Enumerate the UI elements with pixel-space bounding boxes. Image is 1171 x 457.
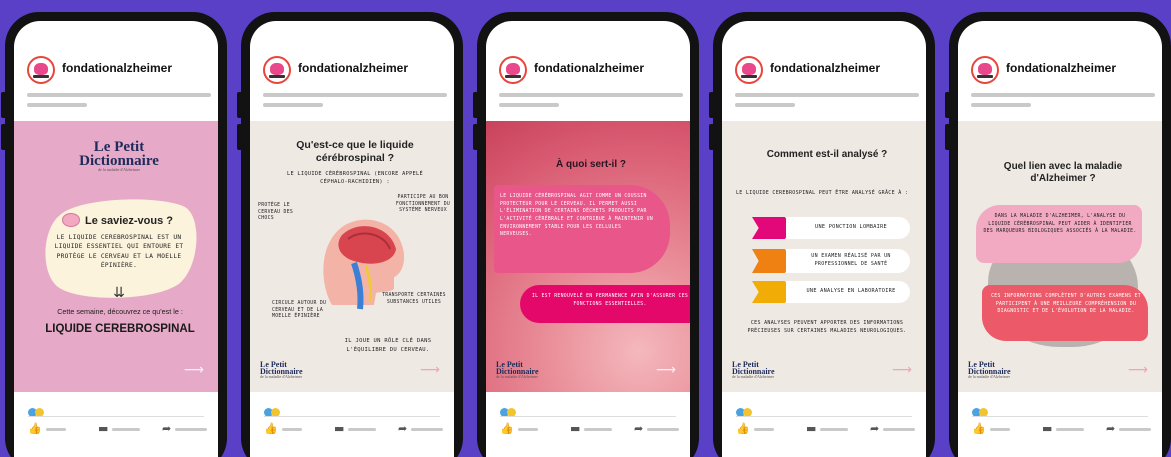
post-actions: 👍 ▬ ➦	[958, 392, 1162, 457]
username[interactable]: fondationalzheimer	[534, 61, 644, 75]
username[interactable]: fondationalzheimer	[62, 61, 172, 75]
next-arrow-icon[interactable]: ⟶	[656, 362, 676, 378]
instagram-screen: fondationalzheimer Qu'est-ce que le liqu…	[250, 21, 454, 457]
label-protect: Protège le cerveau des chocs	[258, 203, 294, 222]
next-arrow-icon[interactable]: ⟶	[1128, 362, 1148, 378]
instagram-screen: fondationalzheimer Comment est-il analys…	[722, 21, 926, 457]
method-row-1: Une ponction lombaire	[752, 217, 910, 239]
label-circulation: Circule autour du cerveau et de la moell…	[272, 301, 327, 320]
post-header: fondationalzheimer	[250, 21, 454, 121]
share-icon[interactable]: ➦	[870, 422, 916, 435]
phone-mockup-3: fondationalzheimer À quoi sert-il ? Le l…	[473, 12, 699, 457]
brand-logo: Le Petit Dictionnaire de la maladie d'Alzh…	[732, 360, 775, 380]
post-actions: 👍 ▬ ➦	[486, 392, 690, 457]
post-title: Comment est-il analysé ?	[766, 149, 888, 160]
post-image-4[interactable]: Comment est-il analysé ? Le liquide cere…	[722, 121, 926, 392]
post-title: Qu'est-ce que le liquide cérébrospinal ?	[296, 139, 414, 164]
post-headline: LIQUIDE CEREBROSPINAL	[45, 323, 195, 335]
profile-avatar[interactable]	[971, 56, 999, 84]
comment-icon[interactable]: ▬	[1042, 422, 1085, 435]
post-image-2[interactable]: Qu'est-ce que le liquide cérébrospinal ?…	[250, 121, 454, 392]
info-box-1-text: Le liquide cérébrospinal agit comme un c…	[500, 194, 654, 238]
share-icon[interactable]: ➦	[1106, 422, 1152, 435]
like-icon[interactable]: 👍	[28, 422, 66, 435]
share-icon[interactable]: ➦	[162, 422, 208, 435]
post-lead: Cette semaine, découvrez ce qu'est le :	[57, 307, 183, 316]
instagram-screen: fondationalzheimer À quoi sert-il ? Le l…	[486, 21, 690, 457]
post-footer: Il joue un rôle clé dans l'équilibre du …	[344, 338, 432, 353]
brand-logo: Le Petit Dictionnaire de la maladie d'Alzh…	[79, 139, 159, 172]
post-header: fondationalzheimer	[722, 21, 926, 121]
post-image-1[interactable]: Le Petit Dictionnaire de la maladie d'Alzh…	[14, 121, 218, 392]
method-row-2: Un examen réalisé par un professionnel d…	[752, 249, 910, 273]
profile-avatar[interactable]	[735, 56, 763, 84]
post-header: fondationalzheimer	[486, 21, 690, 121]
info-box-1-text: Dans la maladie d'Alzheimer, l'analyse d…	[983, 214, 1137, 235]
post-header: fondationalzheimer	[958, 21, 1162, 121]
comment-icon[interactable]: ▬	[806, 422, 849, 435]
post-actions: 👍 ▬ ➦	[722, 392, 926, 457]
carousel-dots	[28, 402, 44, 421]
post-intro: Le liquide cerebrospinal peut être analy…	[736, 190, 909, 196]
next-arrow-icon[interactable]: ⟶	[420, 362, 440, 378]
carousel-dots	[972, 402, 988, 421]
next-arrow-icon[interactable]: ⟶	[184, 362, 204, 378]
profile-avatar[interactable]	[263, 56, 291, 84]
carousel-dots	[736, 402, 752, 421]
label-transport: Transporte certaines substances utiles	[382, 293, 446, 305]
post-actions: 👍 ▬ ➦	[250, 392, 454, 457]
phone-mockup-2: fondationalzheimer Qu'est-ce que le liqu…	[237, 12, 463, 457]
post-body: Le liquide cerebrospinal est un liquide …	[54, 234, 184, 269]
profile-avatar[interactable]	[27, 56, 55, 84]
share-icon[interactable]: ➦	[634, 422, 680, 435]
method-row-3: Une analyse en laboratoire	[752, 281, 910, 303]
like-icon[interactable]: 👍	[736, 422, 774, 435]
username[interactable]: fondationalzheimer	[770, 61, 880, 75]
instagram-screen: fondationalzheimer Quel lien avec la mal…	[958, 21, 1162, 457]
post-image-3[interactable]: À quoi sert-il ? Le liquide cérébrospina…	[486, 121, 690, 392]
phone-mockup-4: fondationalzheimer Comment est-il analys…	[709, 12, 935, 457]
profile-avatar[interactable]	[499, 56, 527, 84]
post-title: Le saviez-vous ?	[84, 215, 174, 227]
info-box-2-text: Il est renouvelé en permanence afin d'as…	[531, 294, 689, 307]
arrow-down-icon: ⇊	[113, 285, 125, 301]
post-header: fondationalzheimer	[14, 21, 218, 121]
post-title: À quoi sert-il ?	[556, 159, 626, 170]
instagram-screen: fondationalzheimer Le Petit Dictionnaire d…	[14, 21, 218, 457]
post-actions: 👍 ▬ ➦	[14, 392, 218, 457]
username[interactable]: fondationalzheimer	[298, 61, 408, 75]
post-title: Quel lien avec la maladie d'Alzheimer ?	[1003, 161, 1123, 184]
like-icon[interactable]: 👍	[264, 422, 302, 435]
brand-logo: Le Petit Dictionnaire de la maladie d'Alzh…	[496, 360, 539, 380]
comment-icon[interactable]: ▬	[570, 422, 613, 435]
info-box-2-text: Ces informations complètent d'autres exa…	[991, 294, 1141, 315]
brand-logo: Le Petit Dictionnaire de la maladie d'Alzh…	[260, 360, 303, 380]
comment-icon[interactable]: ▬	[334, 422, 377, 435]
post-image-5[interactable]: Quel lien avec la maladie d'Alzheimer ? …	[958, 121, 1162, 392]
carousel-dots	[500, 402, 516, 421]
brand-logo: Le Petit Dictionnaire de la maladie d'Alzh…	[968, 360, 1011, 380]
share-icon[interactable]: ➦	[398, 422, 444, 435]
like-icon[interactable]: 👍	[972, 422, 1010, 435]
phone-mockup-5: fondationalzheimer Quel lien avec la mal…	[945, 12, 1171, 457]
comment-icon[interactable]: ▬	[98, 422, 141, 435]
like-icon[interactable]: 👍	[500, 422, 538, 435]
next-arrow-icon[interactable]: ⟶	[892, 362, 912, 378]
post-footer: Ces analyses peuvent apporter des inform…	[747, 320, 907, 334]
username[interactable]: fondationalzheimer	[1006, 61, 1116, 75]
phone-mockup-1: fondationalzheimer Le Petit Dictionnaire d…	[1, 12, 227, 457]
carousel-dots	[264, 402, 280, 421]
post-subtitle: Le liquide cérébrospinal (encore appelé …	[286, 171, 424, 185]
